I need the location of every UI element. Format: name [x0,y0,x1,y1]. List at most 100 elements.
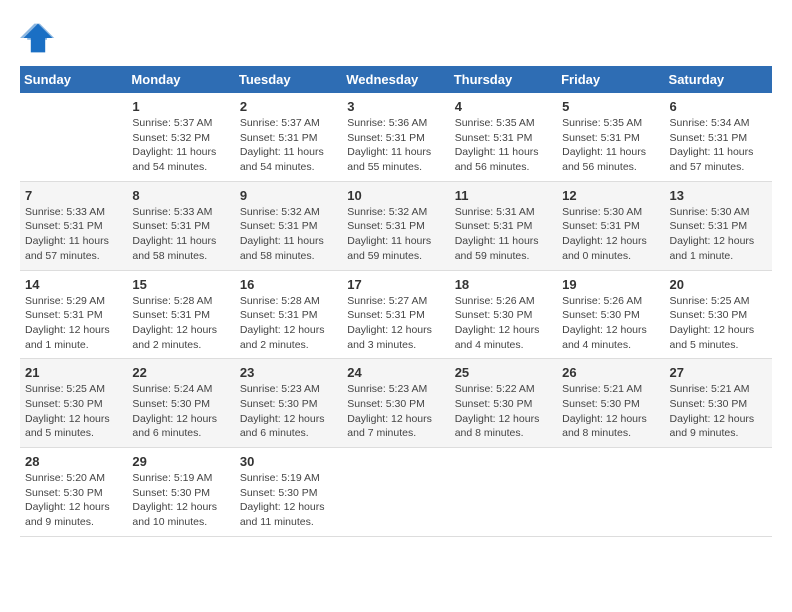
weekday-header: Saturday [665,66,772,93]
calendar-cell [342,448,449,537]
day-number: 14 [25,277,122,292]
calendar-cell: 25 Sunrise: 5:22 AMSunset: 5:30 PMDayligh… [450,359,557,448]
weekday-header-row: SundayMondayTuesdayWednesdayThursdayFrid… [20,66,772,93]
calendar-cell: 19 Sunrise: 5:26 AMSunset: 5:30 PMDayligh… [557,270,664,359]
day-number: 13 [670,188,767,203]
calendar-week-row: 14Sunrise: 5:29 AMSunset: 5:31 PMDayligh… [20,270,772,359]
calendar-cell: 20 Sunrise: 5:25 AMSunset: 5:30 PMDayligh… [665,270,772,359]
day-info: Sunrise: 5:30 AMSunset: 5:31 PMDaylight:… [670,205,767,264]
day-number: 6 [670,99,767,114]
day-number: 18 [455,277,552,292]
day-number: 12 [562,188,659,203]
day-info: Sunrise: 5:37 AMSunset: 5:32 PMDaylight:… [132,116,229,175]
day-info: Sunrise: 5:25 AMSunset: 5:30 PMDaylight:… [670,294,767,353]
calendar-cell: 21 Sunrise: 5:25 AMSunset: 5:30 PMDayligh… [20,359,127,448]
day-number: 5 [562,99,659,114]
day-info: Sunrise: 5:20 AMSunset: 5:30 PMDaylight:… [25,471,122,530]
day-number: 7 [25,188,122,203]
day-number: 29 [132,454,229,469]
day-number: 1 [132,99,229,114]
day-number: 4 [455,99,552,114]
day-number: 16 [240,277,337,292]
day-info: Sunrise: 5:25 AMSunset: 5:30 PMDaylight:… [25,382,122,441]
day-info: Sunrise: 5:22 AMSunset: 5:30 PMDaylight:… [455,382,552,441]
weekday-header: Monday [127,66,234,93]
day-number: 9 [240,188,337,203]
day-number: 27 [670,365,767,380]
calendar-cell: 6 Sunrise: 5:34 AMSunset: 5:31 PMDaylight… [665,93,772,181]
calendar-cell: 14Sunrise: 5:29 AMSunset: 5:31 PMDayligh… [20,270,127,359]
calendar-cell: 5 Sunrise: 5:35 AMSunset: 5:31 PMDaylight… [557,93,664,181]
calendar-cell: 27 Sunrise: 5:21 AMSunset: 5:30 PMDayligh… [665,359,772,448]
calendar-cell: 26Sunrise: 5:21 AMSunset: 5:30 PMDayligh… [557,359,664,448]
calendar-week-row: 28 Sunrise: 5:20 AMSunset: 5:30 PMDayligh… [20,448,772,537]
calendar-cell: 3 Sunrise: 5:36 AMSunset: 5:31 PMDaylight… [342,93,449,181]
day-info: Sunrise: 5:28 AMSunset: 5:31 PMDaylight:… [240,294,337,353]
day-info: Sunrise: 5:23 AMSunset: 5:30 PMDaylight:… [347,382,444,441]
day-number: 17 [347,277,444,292]
calendar-cell: 30 Sunrise: 5:19 AMSunset: 5:30 PMDayligh… [235,448,342,537]
calendar-cell: 22 Sunrise: 5:24 AMSunset: 5:30 PMDayligh… [127,359,234,448]
day-number: 19 [562,277,659,292]
day-number: 26 [562,365,659,380]
calendar-cell: 18 Sunrise: 5:26 AMSunset: 5:30 PMDayligh… [450,270,557,359]
weekday-header: Thursday [450,66,557,93]
weekday-header: Tuesday [235,66,342,93]
day-number: 8 [132,188,229,203]
calendar-cell: 4 Sunrise: 5:35 AMSunset: 5:31 PMDaylight… [450,93,557,181]
day-info: Sunrise: 5:37 AMSunset: 5:31 PMDaylight:… [240,116,337,175]
calendar-cell: 7 Sunrise: 5:33 AMSunset: 5:31 PMDaylight… [20,181,127,270]
day-number: 15 [132,277,229,292]
calendar-cell [20,93,127,181]
calendar-cell: 12 Sunrise: 5:30 AMSunset: 5:31 PMDayligh… [557,181,664,270]
day-info: Sunrise: 5:19 AMSunset: 5:30 PMDaylight:… [240,471,337,530]
day-info: Sunrise: 5:21 AMSunset: 5:30 PMDaylight:… [670,382,767,441]
day-info: Sunrise: 5:24 AMSunset: 5:30 PMDaylight:… [132,382,229,441]
day-info: Sunrise: 5:31 AMSunset: 5:31 PMDaylight:… [455,205,552,264]
day-number: 24 [347,365,444,380]
day-info: Sunrise: 5:35 AMSunset: 5:31 PMDaylight:… [562,116,659,175]
calendar-cell: 13 Sunrise: 5:30 AMSunset: 5:31 PMDayligh… [665,181,772,270]
calendar-cell: 15 Sunrise: 5:28 AMSunset: 5:31 PMDayligh… [127,270,234,359]
day-info: Sunrise: 5:33 AMSunset: 5:31 PMDaylight:… [25,205,122,264]
day-info: Sunrise: 5:30 AMSunset: 5:31 PMDaylight:… [562,205,659,264]
calendar-cell: 1 Sunrise: 5:37 AMSunset: 5:32 PMDaylight… [127,93,234,181]
day-number: 2 [240,99,337,114]
day-info: Sunrise: 5:26 AMSunset: 5:30 PMDaylight:… [455,294,552,353]
day-info: Sunrise: 5:34 AMSunset: 5:31 PMDaylight:… [670,116,767,175]
day-info: Sunrise: 5:23 AMSunset: 5:30 PMDaylight:… [240,382,337,441]
day-info: Sunrise: 5:35 AMSunset: 5:31 PMDaylight:… [455,116,552,175]
calendar-cell: 29Sunrise: 5:19 AMSunset: 5:30 PMDayligh… [127,448,234,537]
day-number: 23 [240,365,337,380]
calendar-cell: 11 Sunrise: 5:31 AMSunset: 5:31 PMDayligh… [450,181,557,270]
weekday-header: Friday [557,66,664,93]
calendar-cell: 17 Sunrise: 5:27 AMSunset: 5:31 PMDayligh… [342,270,449,359]
day-number: 30 [240,454,337,469]
calendar-cell [557,448,664,537]
day-number: 10 [347,188,444,203]
calendar-week-row: 1 Sunrise: 5:37 AMSunset: 5:32 PMDaylight… [20,93,772,181]
day-info: Sunrise: 5:33 AMSunset: 5:31 PMDaylight:… [132,205,229,264]
day-number: 11 [455,188,552,203]
calendar-cell: 9Sunrise: 5:32 AMSunset: 5:31 PMDaylight… [235,181,342,270]
calendar-table: SundayMondayTuesdayWednesdayThursdayFrid… [20,66,772,537]
day-number: 3 [347,99,444,114]
calendar-cell: 23 Sunrise: 5:23 AMSunset: 5:30 PMDayligh… [235,359,342,448]
day-info: Sunrise: 5:28 AMSunset: 5:31 PMDaylight:… [132,294,229,353]
day-number: 20 [670,277,767,292]
day-number: 28 [25,454,122,469]
weekday-header: Wednesday [342,66,449,93]
day-number: 21 [25,365,122,380]
day-info: Sunrise: 5:27 AMSunset: 5:31 PMDaylight:… [347,294,444,353]
calendar-week-row: 7 Sunrise: 5:33 AMSunset: 5:31 PMDaylight… [20,181,772,270]
calendar-cell: 16 Sunrise: 5:28 AMSunset: 5:31 PMDayligh… [235,270,342,359]
day-number: 25 [455,365,552,380]
calendar-cell: 2 Sunrise: 5:37 AMSunset: 5:31 PMDaylight… [235,93,342,181]
day-info: Sunrise: 5:26 AMSunset: 5:30 PMDaylight:… [562,294,659,353]
calendar-cell: 24 Sunrise: 5:23 AMSunset: 5:30 PMDayligh… [342,359,449,448]
day-info: Sunrise: 5:36 AMSunset: 5:31 PMDaylight:… [347,116,444,175]
calendar-cell [450,448,557,537]
calendar-cell: 28 Sunrise: 5:20 AMSunset: 5:30 PMDayligh… [20,448,127,537]
day-number: 22 [132,365,229,380]
logo-icon [20,20,56,56]
